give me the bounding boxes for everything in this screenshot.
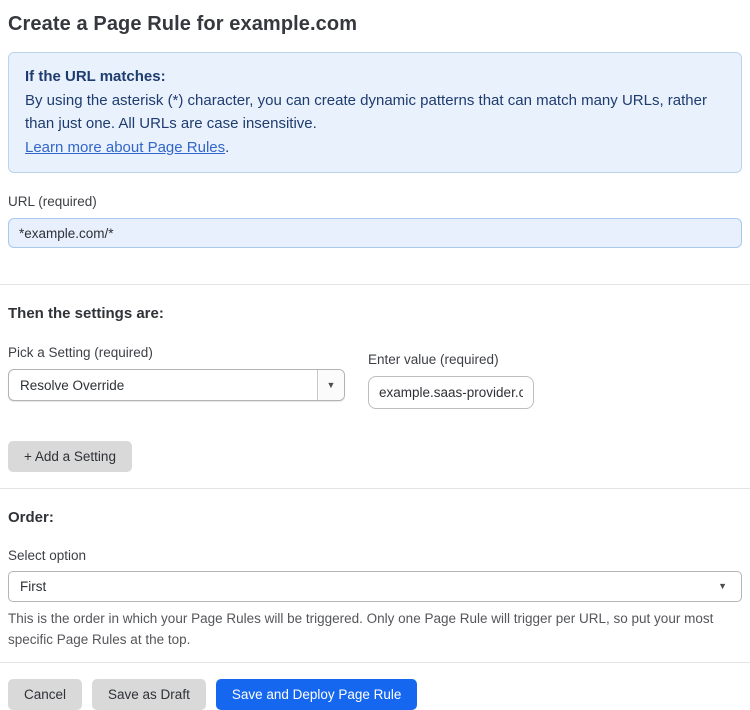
link-period: . (225, 138, 230, 156)
divider (0, 488, 750, 489)
create-page-rule-panel: Create a Page Rule for example.com If th… (0, 13, 750, 710)
order-select-value: First (20, 579, 47, 594)
url-input[interactable] (8, 218, 742, 248)
order-help-text: This is the order in which your Page Rul… (8, 611, 714, 647)
footer-button-row: Cancel Save as Draft Save and Deploy Pag… (8, 679, 742, 710)
page-title: Create a Page Rule for example.com (8, 13, 358, 35)
pick-setting-label: Pick a Setting (required) (8, 345, 153, 360)
enter-value-label: Enter value (required) (368, 352, 499, 367)
setting-row: Pick a Setting (required) Resolve Overri… (8, 345, 742, 409)
enter-value-column: Enter value (required) (368, 352, 534, 409)
chevron-down-icon: ▼ (326, 379, 336, 390)
order-select-label: Select option (8, 548, 87, 563)
setting-value-input[interactable] (368, 376, 534, 409)
order-section-heading: Order: (8, 509, 54, 526)
save-as-draft-button[interactable]: Save as Draft (92, 679, 206, 710)
add-setting-button[interactable]: + Add a Setting (8, 441, 132, 472)
info-link-line: Learn more about Page Rules. (25, 136, 725, 160)
url-match-info-box: If the URL matches: By using the asteris… (8, 52, 742, 173)
info-box-body: By using the asterisk (*) character, you… (25, 91, 707, 133)
save-and-deploy-button[interactable]: Save and Deploy Page Rule (215, 679, 418, 710)
settings-section-heading: Then the settings are: (8, 305, 164, 322)
cancel-button[interactable]: Cancel (8, 679, 83, 710)
order-select[interactable]: First ▼ (8, 571, 742, 602)
pick-setting-column: Pick a Setting (required) Resolve Overri… (8, 345, 345, 409)
info-box-heading: If the URL matches: (25, 68, 166, 85)
chevron-down-icon: ▼ (718, 581, 727, 591)
setting-select-value: Resolve Override (20, 377, 125, 393)
setting-select[interactable]: Resolve Override ▼ (8, 369, 345, 401)
learn-more-link[interactable]: Learn more about Page Rules (25, 139, 225, 156)
divider (0, 662, 750, 663)
divider (0, 284, 750, 285)
url-field-label: URL (required) (8, 194, 97, 209)
setting-select-arrow-button[interactable]: ▼ (317, 370, 344, 400)
